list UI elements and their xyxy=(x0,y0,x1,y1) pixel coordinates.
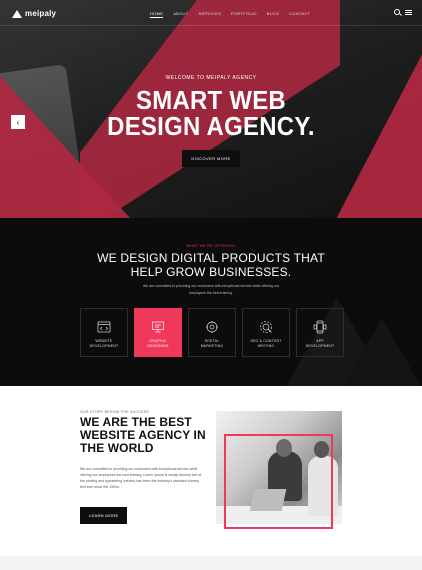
hero-title-line-1: SMART WEB xyxy=(136,85,286,115)
service-card-label-line-1: GRAPHIC xyxy=(149,339,167,343)
decorative-triangle-small xyxy=(342,318,422,386)
services-section: WHAT WE'RE OFFERING WE DESIGN DIGITAL PR… xyxy=(0,218,422,386)
service-card-seo-content-writing[interactable]: SEO & CONTENT WRITING xyxy=(242,308,290,357)
service-card-label-line-2: DEVELOPMENT xyxy=(89,343,119,348)
service-card-label: SEO & CONTENT WRITING xyxy=(250,339,281,348)
monitor-icon xyxy=(152,321,164,333)
service-cards: WEBSITE DEVELOPMENT GRAPHIC DESIGNING DI… xyxy=(80,308,344,357)
search-icon[interactable] xyxy=(394,9,400,15)
hero-content: WELCOME TO MEIPALY AGENCY SMART WEB DESI… xyxy=(0,75,422,167)
code-window-icon xyxy=(97,321,111,333)
hero-kicker: WELCOME TO MEIPALY AGENCY xyxy=(165,75,257,81)
learn-more-button[interactable]: LEARN MORE xyxy=(80,507,128,524)
service-card-label-line-2: WRITING xyxy=(257,343,275,348)
services-title-line-1: WE DESIGN DIGITAL PRODUCTS THAT xyxy=(97,251,325,265)
about-title-line-3: THE WORLD xyxy=(80,441,154,455)
service-card-app-development[interactable]: APP DEVELOPMENT xyxy=(296,308,344,357)
about-kicker: OUR STORY BEHIND THE SUCCESS xyxy=(80,410,150,414)
main-nav: HOME ABOUT SERVICES PORTFOLIO BLOG CONTA… xyxy=(150,11,310,18)
services-description: We are committed to providing our custom… xyxy=(142,284,280,295)
logo-text: meipaly xyxy=(25,9,57,18)
about-image-block xyxy=(214,411,344,531)
site-logo[interactable]: meipaly xyxy=(12,9,56,18)
about-description: We are committed to providing our custom… xyxy=(80,467,202,489)
service-card-label-line-1: SEO & CONTENT xyxy=(250,339,282,343)
hamburger-menu-icon[interactable] xyxy=(405,9,412,15)
next-section-strip xyxy=(0,556,422,570)
top-navigation-bar: meipaly HOME ABOUT SERVICES PORTFOLIO BL… xyxy=(0,0,422,26)
nav-item-about[interactable]: ABOUT xyxy=(173,11,188,18)
services-title-line-2: HELP GROW BUSINESSES. xyxy=(130,265,292,279)
service-card-label-line-2: DESIGNING xyxy=(147,343,169,348)
service-card-website-development[interactable]: WEBSITE DEVELOPMENT xyxy=(80,308,128,357)
service-card-label: GRAPHIC DESIGNING xyxy=(147,339,168,348)
discover-more-button[interactable]: DISCOVER MORE xyxy=(182,150,240,167)
nav-item-blog[interactable]: BLOG xyxy=(267,11,279,18)
service-card-graphic-designing[interactable]: GRAPHIC DESIGNING xyxy=(134,308,182,357)
service-card-label: WEBSITE DEVELOPMENT xyxy=(90,339,119,348)
about-section: OUR STORY BEHIND THE SUCCESS WE ARE THE … xyxy=(0,386,422,556)
about-title: WE ARE THE BEST WEBSITE AGENCY IN THE WO… xyxy=(80,416,210,455)
nav-item-contact[interactable]: CONTACT xyxy=(289,11,310,18)
service-card-label-line-2: MARKETING xyxy=(200,343,224,348)
service-card-label: APP DEVELOPMENT xyxy=(306,339,335,348)
header-icons xyxy=(394,9,412,15)
service-card-label: DIGITAL MARKETING xyxy=(201,339,224,348)
nav-item-portfolio[interactable]: PORTFOLIO xyxy=(231,11,257,18)
logo-mark-icon xyxy=(12,9,22,18)
megaphone-icon xyxy=(206,321,218,333)
service-card-label-line-2: DEVELOPMENT xyxy=(305,343,335,348)
services-kicker: WHAT WE'RE OFFERING xyxy=(186,244,236,248)
service-card-digital-marketing[interactable]: DIGITAL MARKETING xyxy=(188,308,236,357)
services-title: WE DESIGN DIGITAL PRODUCTS THAT HELP GRO… xyxy=(0,251,422,279)
hero-title: SMART WEB DESIGN AGENCY. xyxy=(17,87,405,139)
accent-frame xyxy=(224,434,333,529)
mobile-app-icon xyxy=(313,320,327,334)
hero-section: meipaly HOME ABOUT SERVICES PORTFOLIO BL… xyxy=(0,0,422,218)
nav-item-home[interactable]: HOME xyxy=(150,11,164,18)
nav-item-services[interactable]: SERVICES xyxy=(198,11,221,18)
hero-title-line-2: DESIGN AGENCY. xyxy=(107,111,315,141)
seo-gear-icon xyxy=(260,321,272,333)
